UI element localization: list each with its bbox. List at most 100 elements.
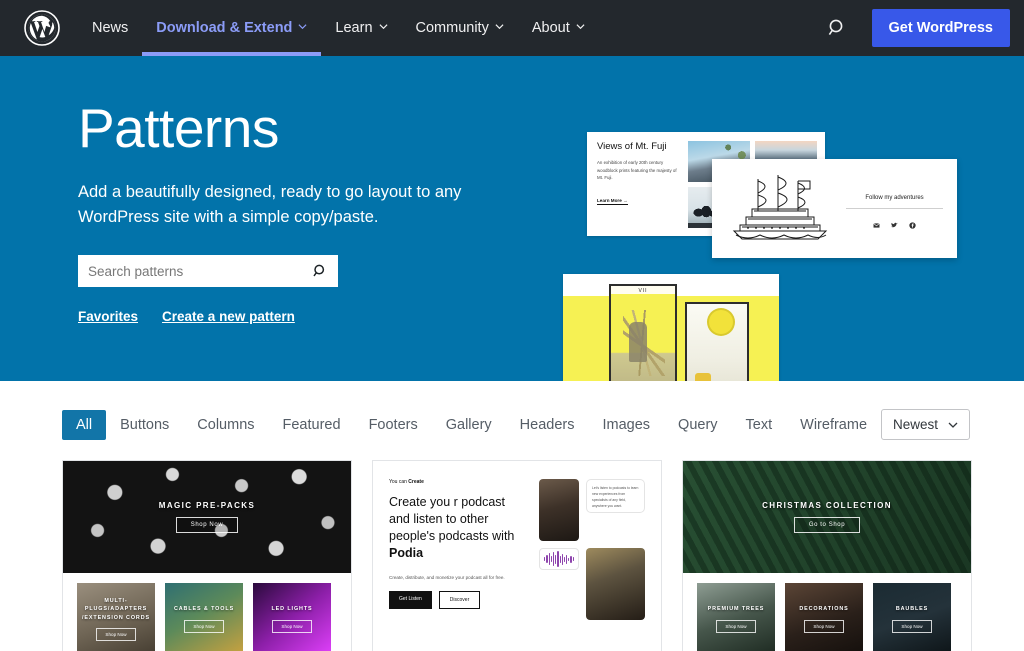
get-wordpress-button[interactable]: Get WordPress [871,9,1010,47]
filter-chip-query[interactable]: Query [664,410,732,440]
audio-waveform-icon [539,548,579,570]
subtile-title: LED LIGHTS [271,606,313,613]
wordpress-logo-icon[interactable] [24,10,60,46]
nav-item-label: News [92,20,129,36]
nav-right-group: Get WordPress [826,9,1010,47]
sort-value: Newest [893,417,939,432]
subtile-cables-tools[interactable]: CABLES & TOOLS Shop Now [165,583,243,651]
filter-chip-images[interactable]: Images [588,410,664,440]
nav-item-label: Community [415,20,489,36]
subtile-title: BAUBLES [895,606,929,613]
subtile-premium-trees[interactable]: PREMIUM TREES Shop Now [697,583,775,651]
discover-button[interactable]: Discover [438,591,481,610]
podia-media-column: Let's listen to podcasts to learn new ex… [539,479,645,651]
twitter-icon[interactable] [891,216,898,227]
top-navigation-bar: News Download & Extend Learn Community A… [0,0,1024,56]
fuji-learn-more-link[interactable]: Learn More → [597,198,628,205]
pattern-hero-button[interactable]: Go to Shop [793,517,861,533]
nav-item-label: Download & Extend [156,20,293,36]
podia-eyebrow-prefix: You can [389,479,409,485]
nav-item-label: About [531,20,570,36]
search-icon[interactable] [826,17,848,39]
collage-card-tarot: VII THE MOON . [563,274,779,381]
page-title: Patterns [78,97,279,159]
subtile-baubles[interactable]: BAUBLES Shop Now [873,583,951,651]
subtile-button[interactable]: Shop Now [184,619,224,633]
hero-content: Patterns Add a beautifully designed, rea… [0,56,470,324]
podia-buttons: Get Listen Discover [389,591,529,610]
podia-testimonial-bubble: Let's listen to podcasts to learn new ex… [586,479,645,513]
nav-item-download-extend[interactable]: Download & Extend [142,0,322,56]
pattern-subtiles: PREMIUM TREES Shop Now DECORATIONS Shop … [683,573,971,651]
subtile-multi-plugs[interactable]: MULTI-PLUGS/ADAPTERS /EXTENSION CORDS Sh… [77,583,155,651]
podia-heading: Create you r podcast and listen to other… [389,494,529,562]
podia-heading-brand: Podia [389,545,424,560]
filter-chip-headers[interactable]: Headers [506,410,589,440]
subtile-button[interactable]: Shop Now [716,619,756,633]
tarot-artwork [611,294,675,381]
pattern-hero-button[interactable]: Shop Now [175,517,239,533]
tarot-artwork [687,304,747,381]
pattern-card-hero: CHRISTMAS COLLECTION Go to Shop [683,461,971,573]
collage-card-ship: Follow my adventures [712,159,957,258]
nav-item-community[interactable]: Community [402,0,518,56]
search-patterns-box[interactable] [78,255,338,288]
facebook-icon[interactable] [909,216,916,229]
nav-item-learn[interactable]: Learn [321,0,401,56]
search-icon[interactable] [312,263,328,279]
pattern-hero-title: MAGIC PRE-PACKS [158,501,256,510]
subtile-led-lights[interactable]: LED LIGHTS Shop Now [253,583,331,651]
filter-chip-footers[interactable]: Footers [355,410,432,440]
divider [846,207,943,209]
nav-item-news[interactable]: News [78,0,142,56]
nav-item-about[interactable]: About [518,0,599,56]
subtile-button[interactable]: Shop Now [96,627,136,641]
filter-chip-buttons[interactable]: Buttons [106,410,183,440]
fuji-body: An exhibition of early 20th century wood… [597,159,677,181]
hero-links: Favorites Create a new pattern [78,309,470,324]
subtile-title: CABLES & TOOLS [173,606,235,613]
podia-eyebrow: You can Create [389,479,529,485]
get-listen-button[interactable]: Get Listen [389,591,432,610]
tarot-card-the-moon: THE MOON . [685,302,749,381]
pattern-subtiles: MULTI-PLUGS/ADAPTERS /EXTENSION CORDS Sh… [63,573,351,651]
fuji-text-column: Views of Mt. Fuji An exhibition of early… [597,141,681,228]
filter-chip-text[interactable]: Text [732,410,787,440]
filter-chip-columns[interactable]: Columns [183,410,268,440]
chevron-down-icon [495,22,504,31]
chevron-down-icon [379,22,388,31]
filter-chip-wireframe[interactable]: Wireframe [786,410,881,440]
pattern-hero-title: CHRISTMAS COLLECTION [762,501,892,510]
search-input[interactable] [88,263,312,279]
subtile-button[interactable]: Shop Now [892,619,932,633]
chevron-down-icon [298,22,307,31]
filter-chip-featured[interactable]: Featured [269,410,355,440]
subtile-title: MULTI-PLUGS/ADAPTERS /EXTENSION CORDS [81,598,150,621]
pattern-card-podia-podcast[interactable]: You can Create Create you r podcast and … [372,460,662,651]
hero-section: Patterns Add a beautifully designed, rea… [0,56,1024,381]
filter-chip-gallery[interactable]: Gallery [432,410,506,440]
pattern-card-hero: MAGIC PRE-PACKS Shop Now [63,461,351,573]
subtile-title: PREMIUM TREES [707,606,765,613]
pattern-card-christmas-collection[interactable]: CHRISTMAS COLLECTION Go to Shop PREMIUM … [682,460,972,651]
hero-description: Add a beautifully designed, ready to go … [78,182,462,226]
subtile-title: DECORATIONS [799,606,849,613]
podia-text-column: You can Create Create you r podcast and … [389,479,529,651]
subtile-button[interactable]: Shop Now [804,619,844,633]
hero-collage: Views of Mt. Fuji An exhibition of early… [563,56,1024,381]
podcast-photo-studio [586,548,645,620]
pattern-filter-bar: All Buttons Columns Featured Footers Gal… [0,381,1024,440]
follow-heading: Follow my adventures [865,194,924,201]
subtile-decorations[interactable]: DECORATIONS Shop Now [785,583,863,651]
mail-icon[interactable] [873,216,880,228]
ship-follow-block: Follow my adventures [846,194,943,229]
podcast-photo-mic [539,479,579,541]
pattern-card-magic-pre-packs[interactable]: MAGIC PRE-PACKS Shop Now MULTI-PLUGS/ADA… [62,460,352,651]
subtile-button[interactable]: Shop Now [272,619,312,633]
pattern-grid: MAGIC PRE-PACKS Shop Now MULTI-PLUGS/ADA… [0,440,1024,651]
favorites-link[interactable]: Favorites [78,309,138,324]
create-new-pattern-link[interactable]: Create a new pattern [162,309,295,324]
tarot-card-seven-of-swords: VII [609,284,677,381]
sort-dropdown[interactable]: Newest [881,409,971,440]
filter-chip-all[interactable]: All [62,409,107,440]
